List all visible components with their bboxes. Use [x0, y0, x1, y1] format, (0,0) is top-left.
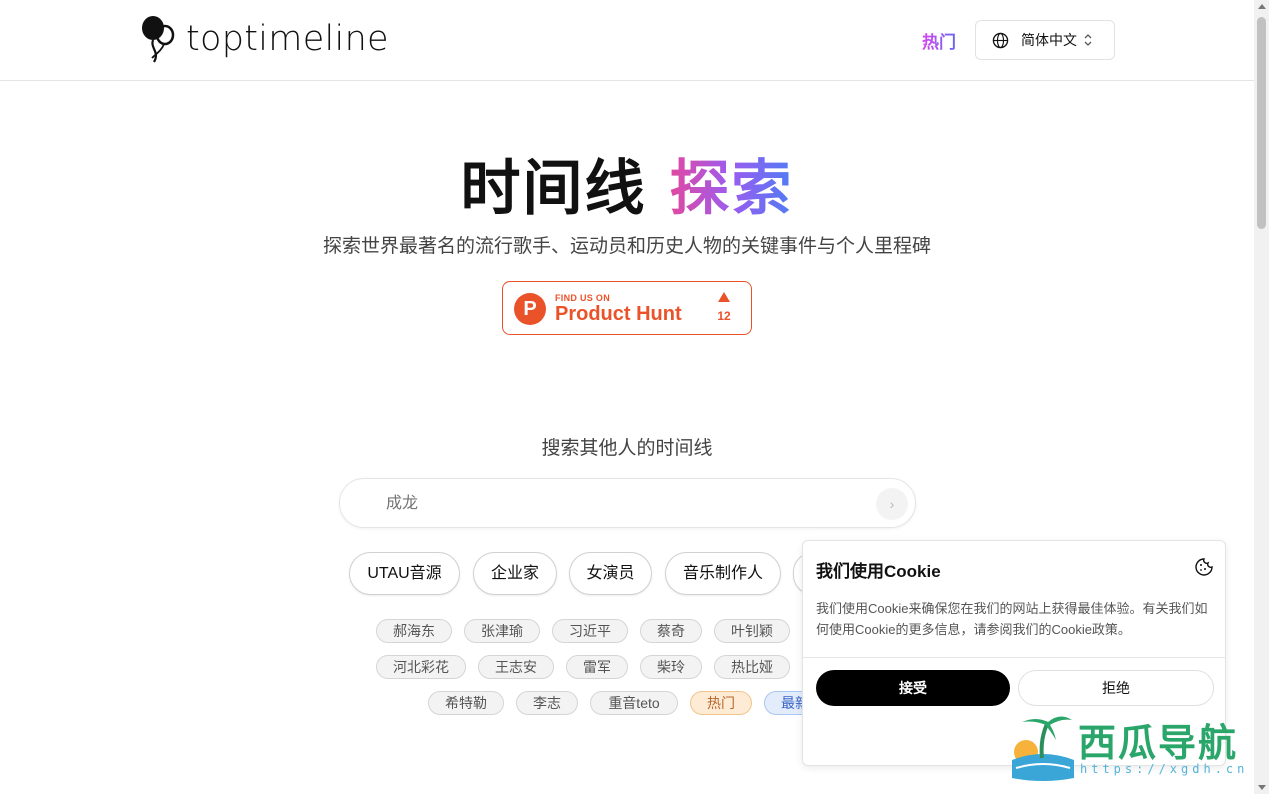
search-submit-chevron-icon[interactable]: › — [876, 488, 908, 520]
watermark-text: 西瓜导航 — [1078, 721, 1239, 765]
upvote-triangle-icon — [718, 292, 730, 302]
tag-chip[interactable]: 张津瑜 — [464, 619, 540, 643]
palm-island-logo-icon — [1012, 716, 1074, 781]
tag-chip-hot[interactable]: 热门 — [690, 691, 752, 715]
globe-icon — [992, 32, 1009, 48]
product-hunt-p-icon: P — [514, 293, 546, 325]
tag-chip[interactable]: 柴玲 — [640, 655, 702, 679]
scrollbar-thumb[interactable] — [1257, 17, 1266, 229]
tag-chip[interactable]: 李志 — [516, 691, 578, 715]
product-hunt-big-text: Product Hunt — [555, 303, 682, 325]
balloon-logo-icon — [142, 16, 175, 63]
language-label: 简体中文 — [1021, 32, 1077, 48]
tag-chip[interactable]: 王志安 — [478, 655, 554, 679]
hero-title-accent: 探索 — [669, 154, 794, 224]
upvote-count: 12 — [717, 309, 731, 323]
search-input[interactable] — [386, 492, 856, 516]
cookie-divider — [803, 657, 1225, 658]
tag-chip[interactable]: 希特勒 — [428, 691, 504, 715]
cookie-title: 我们使用Cookie — [816, 562, 941, 581]
search-label: 搜索其他人的时间线 — [541, 438, 713, 459]
watermark-overlay: 西瓜导航 https://xgdh.cn — [1008, 706, 1253, 784]
category-pill[interactable]: UTAU音源 — [349, 552, 460, 595]
hero-title-main: 时间线 — [460, 154, 647, 224]
tag-chip[interactable]: 蔡奇 — [640, 619, 702, 643]
tag-chip[interactable]: 热比娅 — [714, 655, 790, 679]
category-pill[interactable]: 企业家 — [473, 552, 557, 595]
tag-chip[interactable]: 河北彩花 — [376, 655, 466, 679]
category-pill[interactable]: 音乐制作人 — [665, 552, 781, 595]
site-logo[interactable]: toptimeline — [138, 14, 389, 64]
search-box: › — [339, 478, 916, 528]
site-header: toptimeline 热门 简体中文 — [0, 0, 1254, 81]
category-pill[interactable]: 女演员 — [569, 552, 652, 595]
cookie-icon — [1195, 558, 1213, 576]
nav-hot-link[interactable]: 热门 — [922, 28, 956, 53]
scroll-up-icon[interactable] — [1258, 4, 1266, 9]
tag-chip[interactable]: 郝海东 — [376, 619, 452, 643]
watermark-url: https://xgdh.cn — [1080, 762, 1249, 776]
tag-chip[interactable]: 雷军 — [566, 655, 628, 679]
tag-chip[interactable]: 重音teto — [590, 691, 678, 715]
tag-chip[interactable]: 叶钊颖 — [714, 619, 790, 643]
tag-chip[interactable]: 习近平 — [552, 619, 628, 643]
product-hunt-badge[interactable]: P FIND US ON Product Hunt 12 — [502, 281, 752, 335]
cookie-accept-button[interactable]: 接受 — [816, 670, 1010, 706]
page-scrollbar[interactable] — [1254, 0, 1269, 794]
cookie-reject-button[interactable]: 拒绝 — [1018, 670, 1214, 706]
hero-subtitle: 探索世界最著名的流行歌手、运动员和历史人物的关键事件与个人里程碑 — [322, 236, 931, 257]
hero-title: 时间线 探索 — [0, 140, 1254, 227]
scroll-down-icon[interactable] — [1258, 785, 1266, 790]
product-hunt-small-text: FIND US ON — [555, 293, 611, 303]
logo-text: toptimeline — [186, 19, 389, 59]
chevron-up-down-icon — [1084, 34, 1092, 46]
language-selector[interactable]: 简体中文 — [975, 20, 1115, 60]
cookie-description: 我们使用Cookie来确保您在我们的网站上获得最佳体验。有关我们如何使用Cook… — [816, 601, 1208, 637]
